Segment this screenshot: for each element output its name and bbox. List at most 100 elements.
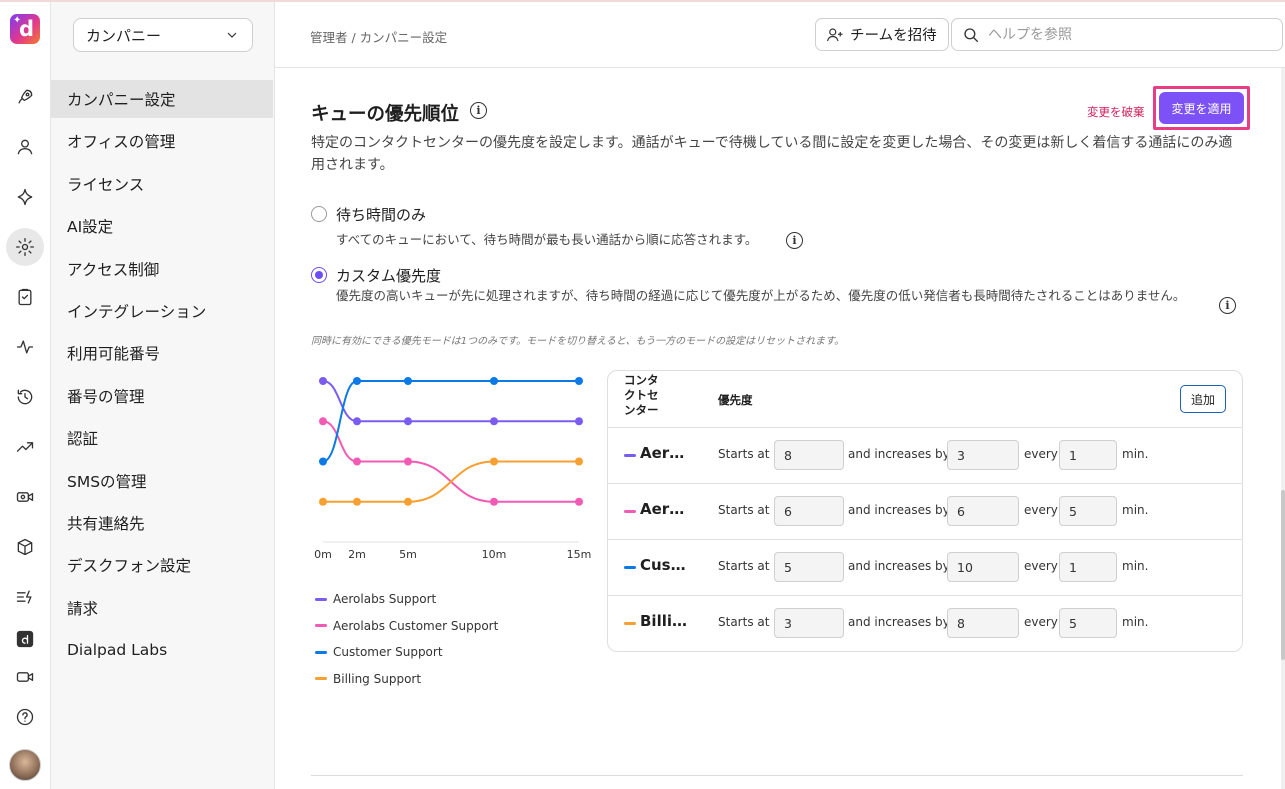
rocket-icon[interactable] — [6, 78, 44, 116]
table-row: Aerolabs Customer Support Starts at 6 an… — [608, 483, 1242, 539]
starts-at-input[interactable]: 6 — [774, 496, 844, 526]
invite-team-button[interactable]: チームを招待 — [815, 18, 949, 51]
legend-item: Customer Support — [315, 639, 498, 666]
starts-at-input[interactable]: 8 — [774, 440, 844, 470]
radio-custom-priority[interactable] — [311, 267, 327, 283]
history-icon[interactable] — [6, 378, 44, 416]
app-rail: ✦ d — [0, 2, 51, 789]
data-point-1-1 — [353, 457, 361, 466]
trend-icon[interactable] — [6, 428, 44, 466]
gear-icon[interactable] — [6, 228, 44, 266]
data-point-3-2 — [404, 497, 412, 506]
legend-swatch — [315, 597, 327, 601]
every-label: every — [1024, 503, 1058, 517]
box-icon[interactable] — [6, 528, 44, 566]
row-queue-name: Customer Support — [640, 556, 688, 574]
apply-changes-button[interactable]: 変更を適用 — [1159, 92, 1244, 124]
x-tick-label: 2m — [348, 548, 366, 561]
data-point-3-3 — [490, 457, 498, 466]
starts-at-input[interactable]: 3 — [774, 608, 844, 638]
column-header-contact-center: コンタクトセンター — [624, 373, 659, 417]
pulse-icon[interactable] — [6, 328, 44, 366]
data-point-1-2 — [404, 457, 412, 466]
row-color-swatch — [624, 622, 636, 625]
discard-changes-button[interactable]: 変更を破棄 — [1087, 104, 1145, 120]
sidebar-item-office-management[interactable]: オフィスの管理 — [51, 122, 273, 160]
starts-at-input[interactable]: 5 — [774, 552, 844, 582]
data-point-1-0 — [319, 417, 327, 426]
every-input[interactable]: 1 — [1059, 552, 1117, 582]
min-label: min. — [1122, 503, 1149, 517]
dialpad-ai-icon[interactable] — [6, 620, 44, 658]
main-content: キューの優先順位 i 変更を破棄 変更を適用 特定のコンタクトセンターの優先度を… — [275, 68, 1281, 789]
settings-sidebar: カンパニー カンパニー設定 オフィスの管理 ライセンス AI設定 アクセス制御 … — [51, 2, 275, 789]
increases-by-input[interactable]: 8 — [947, 608, 1019, 638]
radio-wait-time-only[interactable] — [311, 206, 327, 222]
sidebar-item-licenses[interactable]: ライセンス — [51, 165, 273, 203]
row-color-swatch — [624, 510, 636, 513]
row-queue-name: Billing Support — [640, 612, 688, 630]
sidebar-item-ai-settings[interactable]: AI設定 — [51, 207, 273, 245]
data-point-2-0 — [319, 457, 327, 466]
routing-icon[interactable] — [6, 578, 44, 616]
page-description: 特定のコンタクトセンターの優先度を設定します。通話がキューで待機している間に設定… — [311, 135, 1233, 173]
starts-at-label: Starts at — [718, 503, 770, 517]
info-icon[interactable]: i — [470, 102, 487, 119]
data-point-0-3 — [490, 417, 498, 426]
data-point-0-0 — [319, 377, 327, 385]
data-point-0-2 — [404, 417, 412, 426]
clipboard-icon[interactable] — [6, 278, 44, 316]
sidebar-item-deskphone-settings[interactable]: デスクフォン設定 — [51, 546, 273, 584]
increases-by-input[interactable]: 10 — [947, 552, 1019, 582]
legend-item: Aerolabs Customer Support — [315, 613, 498, 640]
row-color-swatch — [624, 566, 636, 569]
starts-at-label: Starts at — [718, 447, 770, 461]
info-icon[interactable]: i — [1219, 297, 1236, 314]
legend-swatch — [315, 677, 327, 681]
company-select[interactable]: カンパニー — [73, 18, 253, 52]
sidebar-item-access-control[interactable]: アクセス制御 — [51, 250, 273, 288]
video-gear-icon[interactable] — [6, 478, 44, 516]
legend-label: Aerolabs Support — [333, 592, 437, 607]
sidebar-item-sms-management[interactable]: SMSの管理 — [51, 462, 273, 500]
dialpad-logo[interactable]: ✦ d — [10, 14, 40, 44]
sidebar-item-integrations[interactable]: インテグレーション — [51, 292, 273, 330]
main-scrollbar-thumb[interactable] — [1281, 490, 1285, 660]
every-input[interactable]: 1 — [1059, 440, 1117, 470]
data-point-0-1 — [353, 417, 361, 426]
sidebar-item-dialpad-labs[interactable]: Dialpad Labs — [51, 631, 273, 669]
sidebar-item-authentication[interactable]: 認証 — [51, 419, 273, 457]
legend-item: Billing Support — [315, 666, 498, 693]
sidebar-item-available-numbers[interactable]: 利用可能番号 — [51, 334, 273, 372]
video-icon[interactable] — [6, 658, 44, 696]
sparkle-icon[interactable] — [6, 178, 44, 216]
increases-by-label: and increases by — [848, 503, 950, 517]
every-input[interactable]: 5 — [1059, 608, 1117, 638]
legend-label: Aerolabs Customer Support — [333, 618, 499, 633]
series-line-3 — [323, 460, 579, 503]
increases-by-label: and increases by — [848, 447, 950, 461]
user-avatar[interactable] — [9, 749, 41, 781]
min-label: min. — [1122, 559, 1149, 573]
column-header-priority: 優先度 — [718, 393, 753, 407]
data-point-1-4 — [575, 497, 583, 506]
increases-by-input[interactable]: 6 — [947, 496, 1019, 526]
company-select-label: カンパニー — [86, 26, 162, 45]
sidebar-item-number-management[interactable]: 番号の管理 — [51, 377, 273, 415]
page-title: キューの優先順位 — [311, 104, 460, 125]
every-input[interactable]: 5 — [1059, 496, 1117, 526]
option-custom-priority-label: カスタム優先度 — [336, 267, 442, 285]
increases-by-input[interactable]: 3 — [947, 440, 1019, 470]
add-button[interactable]: 追加 — [1180, 385, 1226, 413]
mode-note: 同時に有効にできる優先モードは1つのみです。モードを切り替えると、もう一方のモー… — [311, 336, 845, 347]
sidebar-item-shared-contacts[interactable]: 共有連絡先 — [51, 504, 273, 542]
table-row: Customer Support Starts at 5 and increas… — [608, 539, 1242, 595]
sidebar-item-company-settings[interactable]: カンパニー設定 — [51, 80, 273, 118]
person-icon[interactable] — [6, 128, 44, 166]
help-search[interactable] — [951, 18, 1283, 51]
sidebar-item-billing[interactable]: 請求 — [51, 589, 273, 627]
main-scrollbar[interactable] — [1281, 68, 1285, 789]
help-search-input[interactable] — [988, 26, 1268, 43]
help-icon[interactable] — [6, 698, 44, 736]
info-icon[interactable]: i — [786, 232, 803, 249]
